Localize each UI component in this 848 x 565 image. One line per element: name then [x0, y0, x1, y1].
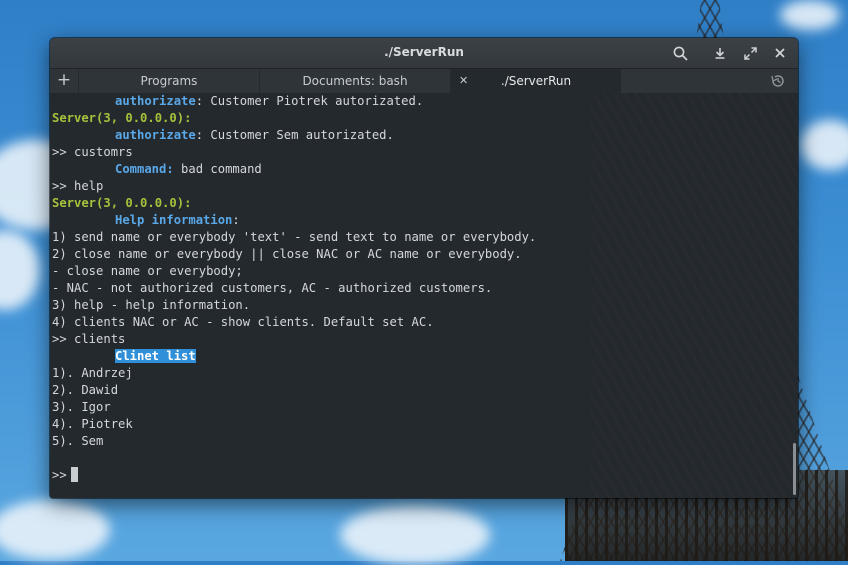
terminal-line: >> help: [52, 178, 788, 195]
server-prefix: Server(3, 0.0.0.0):: [52, 196, 192, 210]
terminal-line: Server(3, 0.0.0.0):: [52, 195, 788, 212]
tab-serverrun[interactable]: ✕ ./ServerRun: [450, 69, 621, 93]
close-icon[interactable]: [770, 43, 790, 63]
tab-programs[interactable]: Programs: [78, 69, 259, 93]
prompt: >>: [52, 468, 67, 482]
terminal-output: authorizate: Customer Piotrek autorizate…: [52, 93, 788, 484]
tab-bar: + Programs Documents: bash ✕ ./ServerRun: [50, 69, 798, 94]
server-prefix: Server(3, 0.0.0.0):: [52, 111, 192, 125]
line-text: :: [232, 213, 240, 227]
terminal-line: - close name or everybody;: [52, 263, 788, 280]
terminal-line: 2) close name or everybody || close NAC …: [52, 246, 788, 263]
title-bar-controls: [670, 43, 790, 63]
line-text: 3). Igor: [52, 400, 111, 414]
terminal-line: 4). Piotrek: [52, 416, 788, 433]
line-text: 2) close name or everybody || close NAC …: [52, 247, 522, 261]
line-text: : Customer Sem autorizated.: [195, 128, 394, 142]
keyword: authorizate: [115, 94, 196, 108]
keyword: Help information: [115, 213, 233, 227]
new-tab-button[interactable]: +: [50, 69, 78, 93]
terminal-line: 1) send name or everybody 'text' - send …: [52, 229, 788, 246]
terminal-line: Clinet list: [52, 348, 788, 365]
terminal-line: authorizate: Customer Piotrek autorizate…: [52, 93, 788, 110]
text-cursor: [70, 467, 78, 482]
cloud: [340, 505, 490, 565]
line-text: >> help: [52, 179, 104, 193]
line-text: 5). Sem: [52, 434, 104, 448]
terminal-line: >> customrs: [52, 144, 788, 161]
line-text: >> customrs: [52, 145, 133, 159]
maximize-icon[interactable]: [740, 43, 760, 63]
line-text: 1). Andrzej: [52, 366, 133, 380]
terminal-line: 3) help - help information.: [52, 297, 788, 314]
tab-label: Programs: [140, 74, 198, 88]
title-bar[interactable]: ./ServerRun: [50, 38, 798, 69]
line-text: 4). Piotrek: [52, 417, 133, 431]
terminal-line: - NAC - not authorized customers, AC - a…: [52, 280, 788, 297]
terminal-line: Server(3, 0.0.0.0):: [52, 110, 788, 127]
tab-documents-bash[interactable]: Documents: bash: [259, 69, 450, 93]
terminal-line: 5). Sem: [52, 433, 788, 450]
line-text: - NAC - not authorized customers, AC - a…: [52, 281, 493, 295]
keyword: Command:: [115, 162, 174, 176]
keyword: authorizate: [115, 128, 196, 142]
terminal-line: Help information:: [52, 212, 788, 229]
cloud: [780, 0, 840, 30]
terminal-line: >>: [52, 467, 788, 484]
search-icon[interactable]: [670, 43, 690, 63]
terminal-line: 4) clients NAC or AC - show clients. Def…: [52, 314, 788, 331]
line-text: 4) clients NAC or AC - show clients. Def…: [52, 315, 434, 329]
cloud: [0, 230, 40, 310]
terminal-line: authorizate: Customer Sem autorizated.: [52, 127, 788, 144]
line-text: 1) send name or everybody 'text' - send …: [52, 230, 537, 244]
line-text: >> clients: [52, 332, 126, 346]
terminal-line: 3). Igor: [52, 399, 788, 416]
line-text: : Customer Piotrek autorizated.: [195, 94, 424, 108]
terminal-line: >> clients: [52, 331, 788, 348]
terminal-line: 2). Dawid: [52, 382, 788, 399]
download-icon[interactable]: [710, 43, 730, 63]
tab-label: ./ServerRun: [500, 74, 572, 88]
line-text: 2). Dawid: [52, 383, 119, 397]
terminal-line: 1). Andrzej: [52, 365, 788, 382]
terminal-window: ./ServerRun + Programs Documents: bash ✕: [50, 38, 798, 498]
line-text: - close name or everybody;: [52, 264, 243, 278]
tab-close-icon[interactable]: ✕: [459, 69, 468, 93]
tab-label: Documents: bash: [302, 74, 408, 88]
scrollbar[interactable]: [793, 443, 796, 495]
history-icon[interactable]: [770, 73, 786, 89]
terminal-content[interactable]: authorizate: Customer Piotrek autorizate…: [50, 93, 798, 498]
highlighted-text[interactable]: Clinet list: [115, 349, 196, 363]
line-text: 3) help - help information.: [52, 298, 251, 312]
cloud: [0, 500, 110, 560]
line-text: bad command: [173, 162, 262, 176]
cloud: [800, 120, 848, 170]
terminal-line: Command: bad command: [52, 161, 788, 178]
